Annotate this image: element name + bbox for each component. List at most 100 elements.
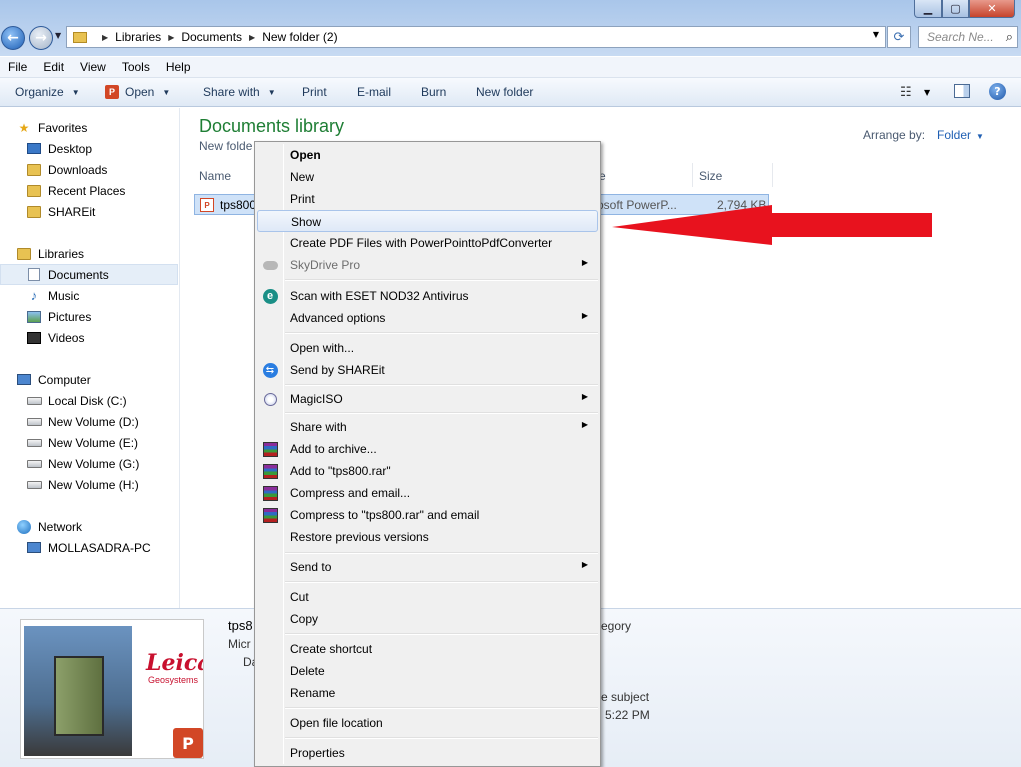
- menu-item-properties[interactable]: Properties: [257, 742, 598, 764]
- address-bar[interactable]: ▶ Libraries ▶ Documents ▶ New folder (2)…: [66, 26, 886, 48]
- menu-item-eset-scan[interactable]: e Scan with ESET NOD32 Antivirus: [257, 285, 598, 307]
- menu-item-restore-versions[interactable]: Restore previous versions: [257, 526, 598, 548]
- menu-label: Open: [290, 148, 321, 162]
- print-button[interactable]: Print: [302, 85, 327, 99]
- menu-item-send-shareit[interactable]: ⇆ Send by SHAREit: [257, 359, 598, 381]
- library-subtitle[interactable]: New folde: [199, 139, 252, 153]
- back-button[interactable]: ←: [1, 26, 25, 50]
- menu-item-add-to-rar[interactable]: Add to "tps800.rar": [257, 460, 598, 482]
- nav-libraries[interactable]: Libraries: [16, 243, 194, 264]
- arrange-by-dropdown[interactable]: Folder ▼: [937, 128, 984, 142]
- organize-button[interactable]: Organize ▼: [15, 85, 80, 99]
- menu-item-rename[interactable]: Rename: [257, 682, 598, 704]
- menu-item-share-with[interactable]: Share with ▶: [257, 416, 598, 438]
- nav-favorites[interactable]: ★ Favorites: [16, 117, 194, 138]
- nav-computer[interactable]: Computer: [16, 369, 194, 390]
- nav-volume-h[interactable]: New Volume (H:): [26, 474, 204, 495]
- nav-label: Pictures: [48, 309, 92, 324]
- breadcrumb-documents[interactable]: Documents: [181, 30, 242, 44]
- menu-help[interactable]: Help: [158, 60, 199, 74]
- menu-item-open-file-location[interactable]: Open file location: [257, 712, 598, 734]
- preview-pane-icon[interactable]: [954, 84, 970, 98]
- address-dropdown-icon[interactable]: ▼: [873, 30, 879, 39]
- nav-documents[interactable]: Documents: [0, 264, 178, 285]
- chevron-right-icon[interactable]: ▶: [249, 33, 255, 42]
- help-icon[interactable]: ?: [989, 83, 1006, 100]
- menu-item-skydrive-pro[interactable]: SkyDrive Pro ▶: [257, 254, 598, 276]
- change-view-icon[interactable]: ☷: [900, 85, 912, 100]
- navigation-pane: ★ Favorites Desktop Downloads Recent Plac…: [0, 108, 180, 608]
- nav-local-disk-c[interactable]: Local Disk (C:): [26, 390, 204, 411]
- chevron-right-icon[interactable]: ▶: [102, 33, 108, 42]
- nav-downloads[interactable]: Downloads: [26, 159, 204, 180]
- menu-item-open[interactable]: Open: [257, 144, 598, 166]
- drive-icon: [26, 457, 42, 471]
- menu-item-show[interactable]: Show: [257, 210, 598, 232]
- menu-item-magiciso[interactable]: MagicISO ▶: [257, 388, 598, 410]
- organize-label: Organize: [15, 85, 64, 99]
- eset-icon: e: [262, 288, 278, 304]
- share-with-button[interactable]: Share with ▼: [203, 85, 276, 99]
- nav-pictures[interactable]: Pictures: [26, 306, 204, 327]
- menu-label: Restore previous versions: [290, 530, 429, 544]
- menu-item-print[interactable]: Print: [257, 188, 598, 210]
- details-subject[interactable]: e subject: [601, 690, 649, 704]
- chevron-down-icon[interactable]: ▼: [924, 88, 930, 97]
- menu-item-advanced-options[interactable]: Advanced options ▶: [257, 307, 598, 329]
- recent-pages-dropdown[interactable]: ▼: [55, 31, 61, 40]
- search-input[interactable]: Search Ne... ⌕: [918, 26, 1018, 48]
- music-icon: ♪: [30, 288, 38, 303]
- nav-pc[interactable]: MOLLASADRA-PC: [26, 537, 204, 558]
- menu-item-copy[interactable]: Copy: [257, 608, 598, 630]
- chevron-down-icon: ▼: [71, 87, 80, 97]
- chevron-right-icon[interactable]: ▶: [168, 33, 174, 42]
- menu-item-cut[interactable]: Cut: [257, 586, 598, 608]
- nav-volume-g[interactable]: New Volume (G:): [26, 453, 204, 474]
- breadcrumb-libraries[interactable]: Libraries: [115, 30, 161, 44]
- menu-separator: [285, 332, 598, 334]
- nav-recent-places[interactable]: Recent Places: [26, 180, 204, 201]
- menu-item-delete[interactable]: Delete: [257, 660, 598, 682]
- nav-videos[interactable]: Videos: [26, 327, 204, 348]
- maximize-button[interactable]: ▢: [942, 0, 969, 18]
- file-name: tps800: [220, 198, 257, 212]
- nav-music[interactable]: ♪ Music: [26, 285, 204, 306]
- forward-button[interactable]: →: [29, 26, 53, 50]
- menu-separator: [285, 412, 598, 414]
- leica-logo: Leica: [146, 650, 203, 676]
- menu-view[interactable]: View: [72, 60, 114, 74]
- pictures-icon: [26, 310, 42, 324]
- menu-label: SkyDrive Pro: [290, 258, 361, 272]
- nav-volume-e[interactable]: New Volume (E:): [26, 432, 204, 453]
- nav-desktop[interactable]: Desktop: [26, 138, 204, 159]
- menu-label: MagicISO: [290, 392, 343, 406]
- burn-button[interactable]: Burn: [421, 85, 446, 99]
- column-header-type[interactable]: e: [593, 163, 693, 187]
- nav-shareit[interactable]: SHAREit: [26, 201, 204, 222]
- details-category[interactable]: egory: [601, 619, 631, 633]
- menu-item-new[interactable]: New: [257, 166, 598, 188]
- menu-item-compress-email[interactable]: Compress and email...: [257, 482, 598, 504]
- menu-item-create-pdf[interactable]: Create PDF Files with PowerPointtoPdfCon…: [257, 232, 598, 254]
- new-folder-button[interactable]: New folder: [476, 85, 533, 99]
- menu-tools[interactable]: Tools: [114, 60, 158, 74]
- menu-file[interactable]: File: [0, 60, 35, 74]
- column-header-size[interactable]: Size: [693, 163, 773, 187]
- breadcrumb-new-folder[interactable]: New folder (2): [262, 30, 337, 44]
- menu-item-open-with[interactable]: Open with...: [257, 337, 598, 359]
- open-button[interactable]: P Open ▼: [105, 85, 170, 99]
- email-button[interactable]: E-mail: [357, 85, 391, 99]
- menu-item-add-to-archive[interactable]: Add to archive...: [257, 438, 598, 460]
- libraries-icon: [16, 247, 32, 261]
- cloud-icon: [262, 257, 278, 273]
- close-button[interactable]: ✕: [969, 0, 1015, 18]
- nav-volume-d[interactable]: New Volume (D:): [26, 411, 204, 432]
- menu-item-create-shortcut[interactable]: Create shortcut: [257, 638, 598, 660]
- annotation-arrow: [612, 205, 932, 245]
- menu-item-compress-rar-email[interactable]: Compress to "tps800.rar" and email: [257, 504, 598, 526]
- menu-edit[interactable]: Edit: [35, 60, 72, 74]
- minimize-button[interactable]: ▁: [914, 0, 942, 18]
- refresh-button[interactable]: ⟳: [887, 26, 911, 48]
- menu-item-send-to[interactable]: Send to ▶: [257, 556, 598, 578]
- nav-network[interactable]: Network: [16, 516, 194, 537]
